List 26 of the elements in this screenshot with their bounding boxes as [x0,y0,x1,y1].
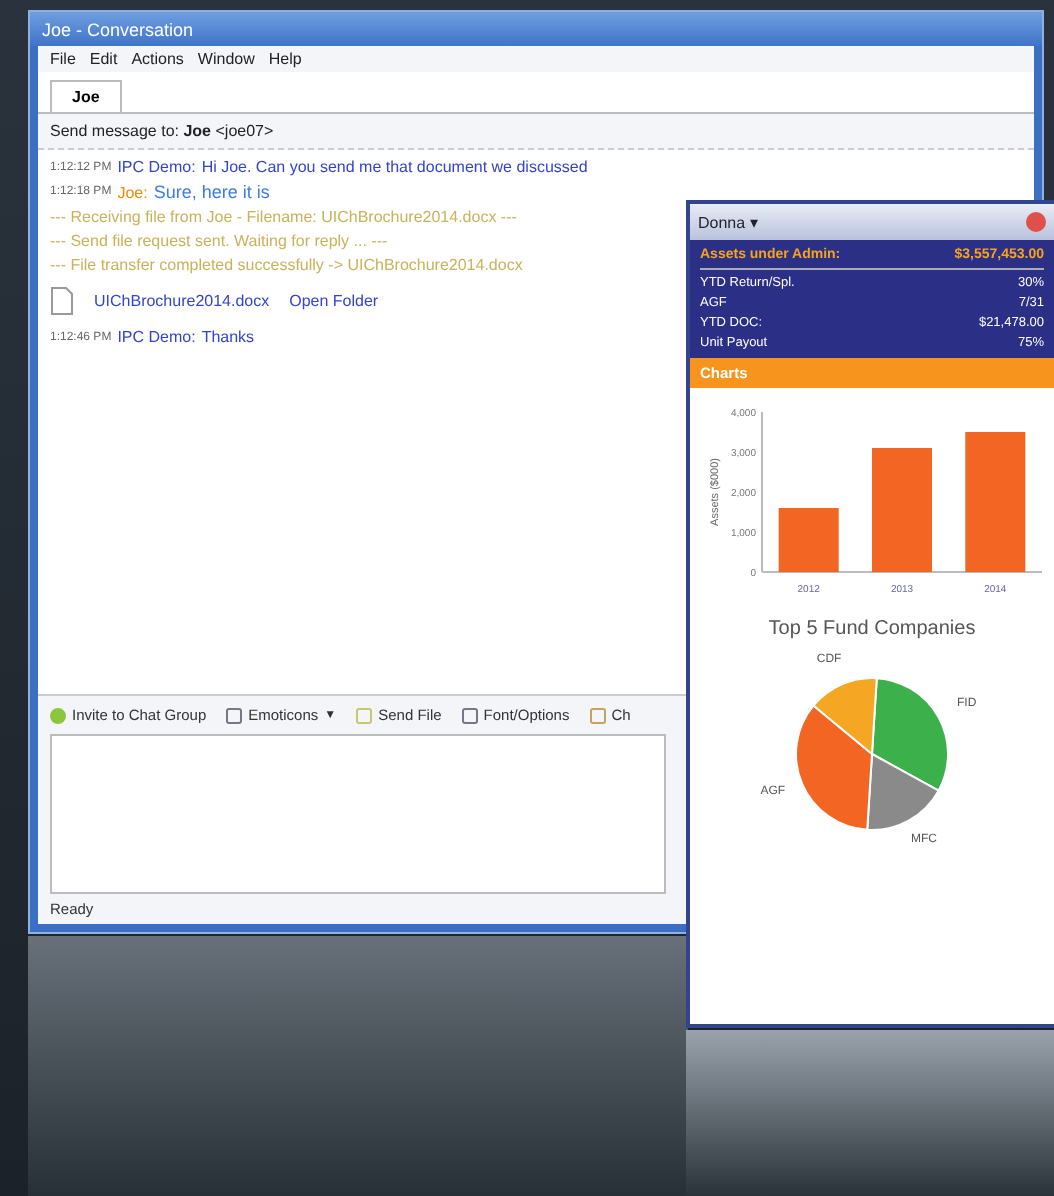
menu-item[interactable]: Window [197,50,255,68]
document-icon [50,286,74,316]
chart-title: Top 5 Fund Companies [766,618,978,640]
file-link[interactable]: UIChBrochure2014.docx [94,292,270,310]
close-icon[interactable] [1026,212,1046,232]
sender-name: IPC Demo: [117,158,196,176]
window-title: Joe - Conversation [30,12,1042,46]
conversation-tab[interactable]: Joe [50,80,122,112]
notice-text: --- Send file request sent. Waiting for reply ... --- [50,232,388,250]
message-input[interactable] [50,734,666,894]
message-text: Thanks [201,328,255,346]
menu-item[interactable]: Help [268,50,302,68]
menu-item[interactable]: File [50,50,76,68]
notice-text: --- Receiving file from Joe - Filename: UIChBrochure2014.docx --- [50,208,517,226]
bar [965,432,1026,572]
sender-name: Joe: [117,183,148,201]
bar [872,448,932,572]
widget-title[interactable]: Donna ▾ [698,213,758,231]
notice-text: --- File transfer completed successfully -> UIChBrochure2014.docx [50,256,523,274]
message-text: Hi Joe. Can you send me that document we discussed [201,158,588,176]
message-text: Sure, here it is [153,182,270,202]
menu-item[interactable]: Actions [131,50,184,68]
open-folder-link[interactable]: Open Folder [289,292,379,310]
menu-item[interactable]: Edit [89,50,118,68]
sender-name: IPC Demo: [117,328,196,346]
bar [778,508,839,572]
